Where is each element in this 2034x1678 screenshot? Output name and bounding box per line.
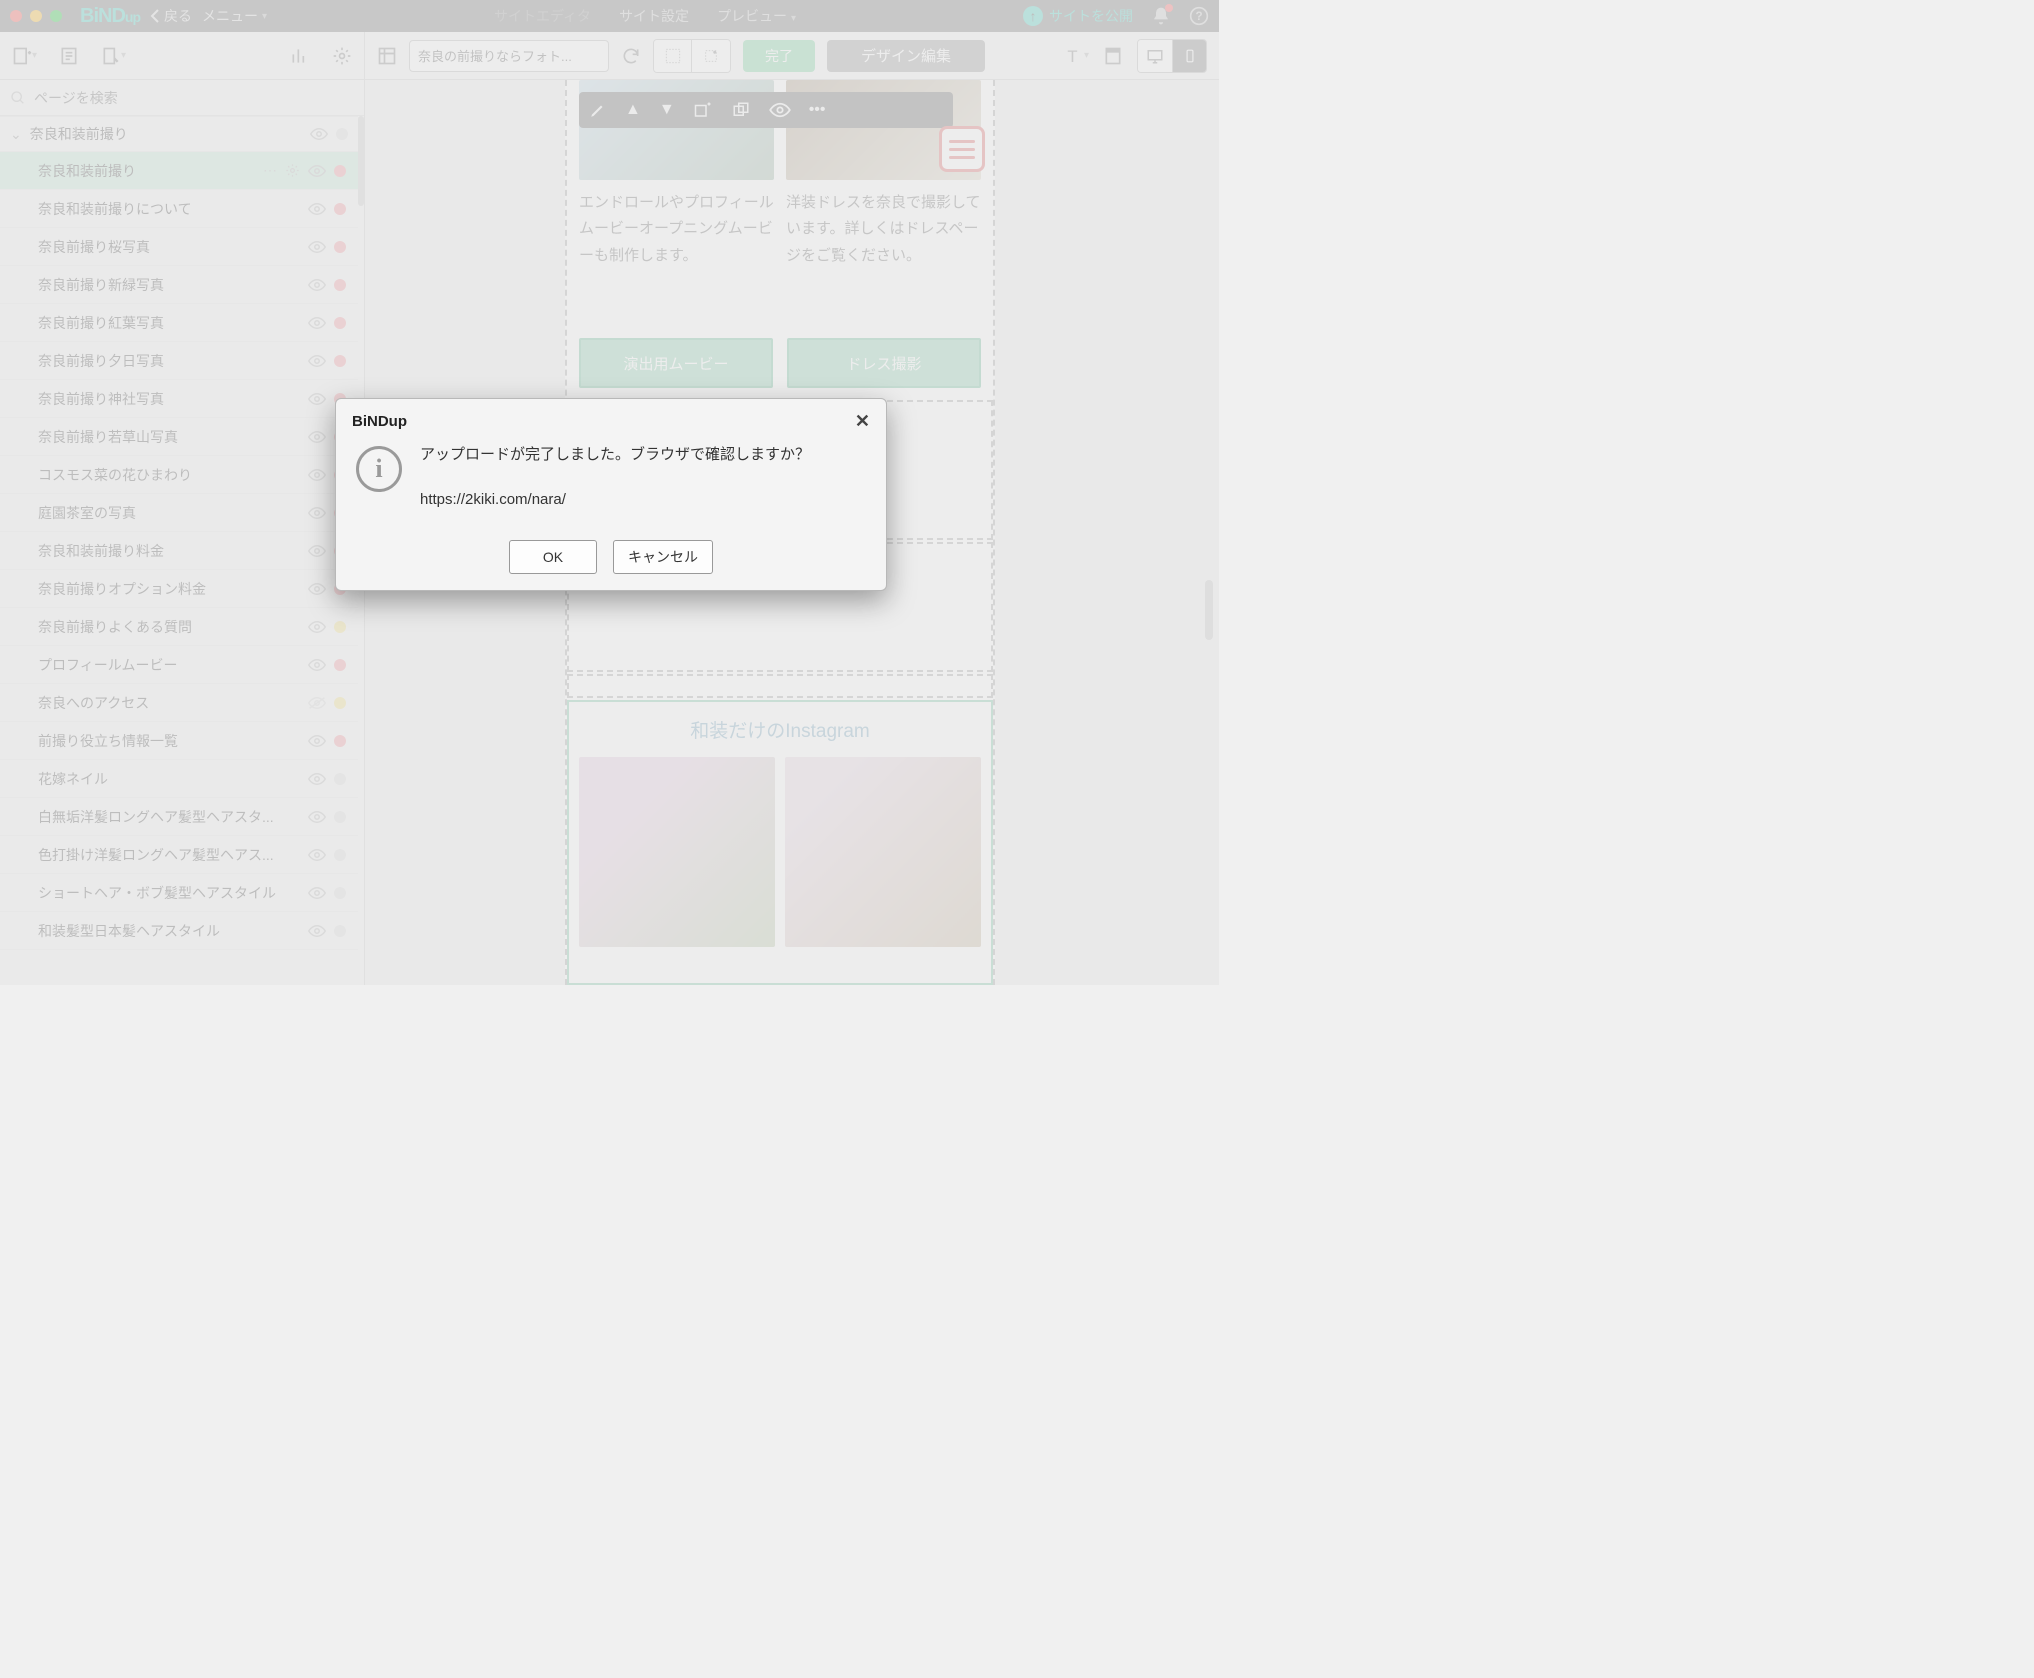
ok-button[interactable]: OK [509,540,597,574]
cancel-button[interactable]: キャンセル [613,540,713,574]
dialog-url: https://2kiki.com/nara/ [420,491,810,508]
dialog-title: BiNDup [352,413,407,430]
info-icon: i [356,446,402,492]
dialog-message: アップロードが完了しました。ブラウザで確認しますか？ [420,444,810,465]
close-icon[interactable]: ✕ [855,411,870,432]
upload-complete-dialog: BiNDup ✕ i アップロードが完了しました。ブラウザで確認しますか？ ht… [335,398,887,591]
